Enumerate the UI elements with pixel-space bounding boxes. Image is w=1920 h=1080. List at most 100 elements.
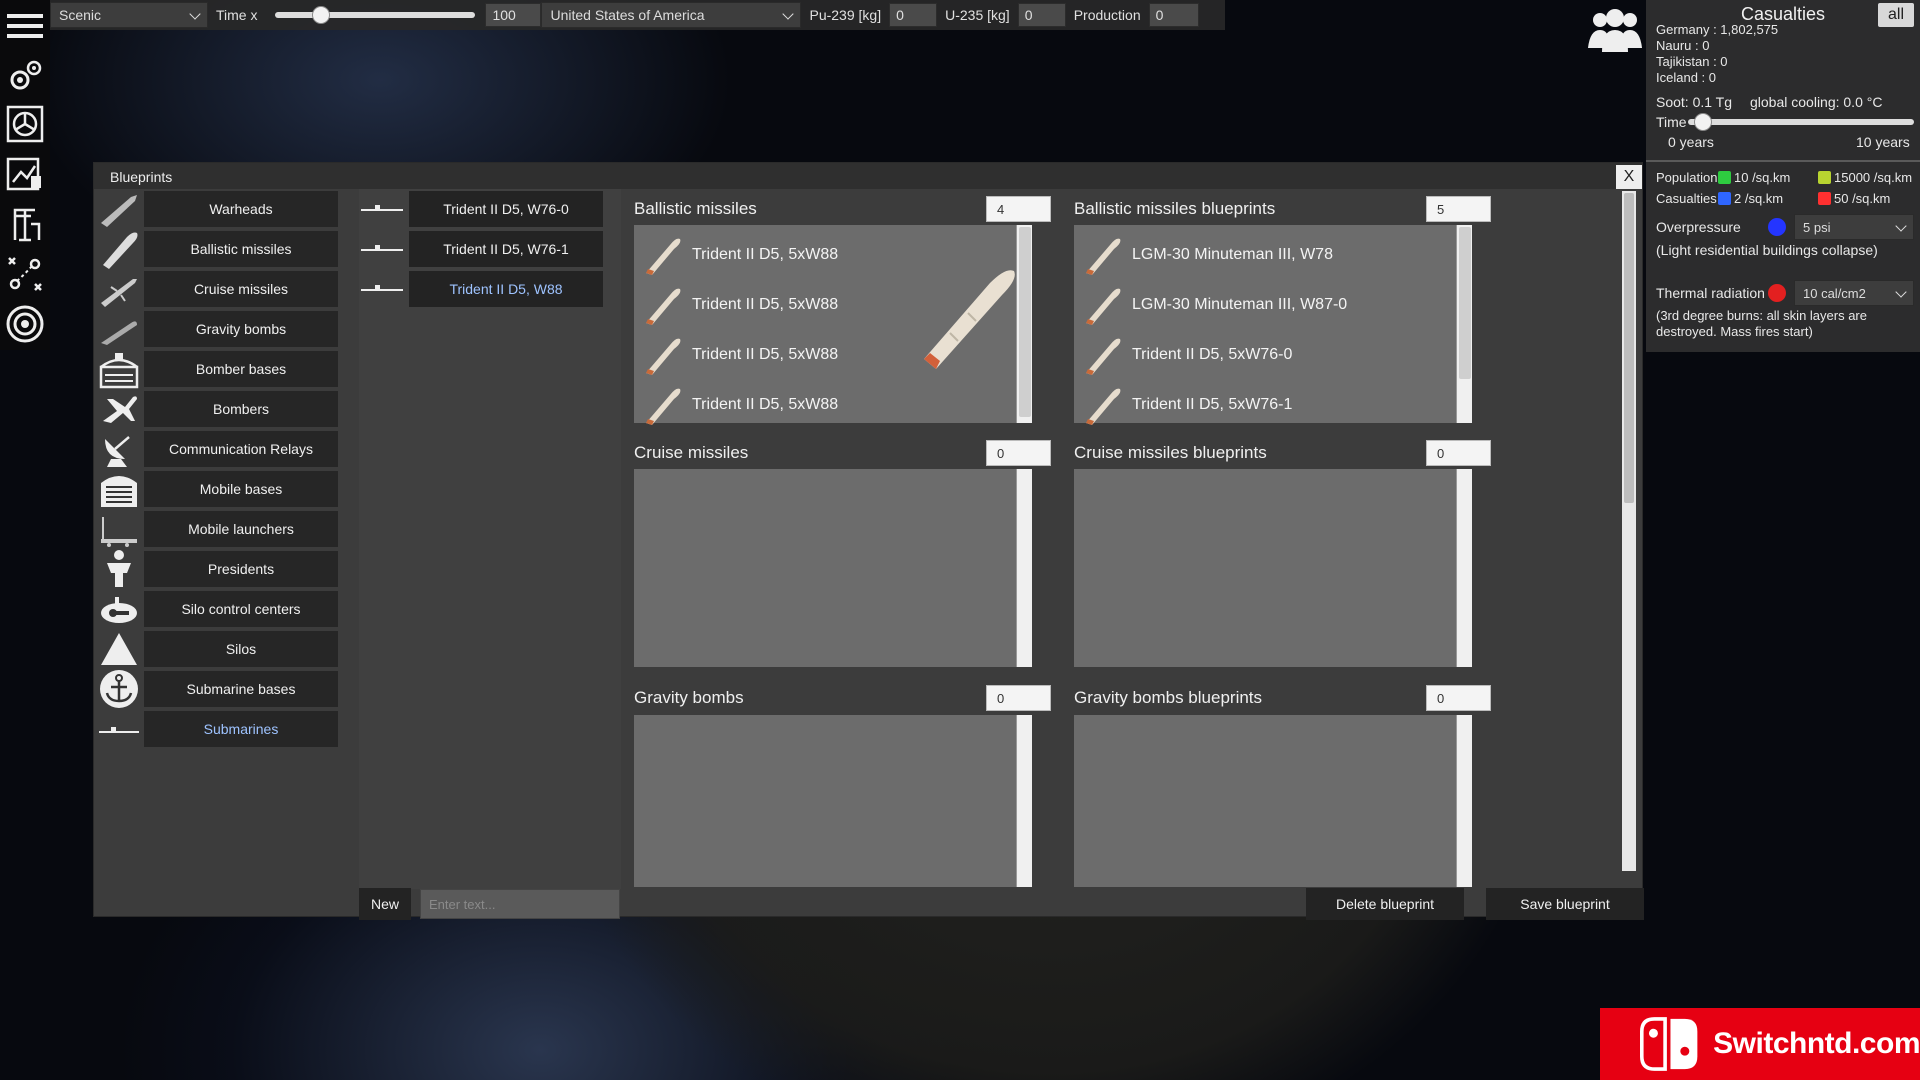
window-title: Blueprints <box>94 163 1642 189</box>
list-scrollbar[interactable] <box>1456 469 1472 667</box>
population-label: Population <box>1656 170 1718 185</box>
slider-handle[interactable] <box>311 6 330 24</box>
thermal-radiation-dropdown[interactable]: 10 cal/cm2 <box>1794 280 1914 306</box>
cruise-missiles-count[interactable]: 0 <box>986 440 1051 466</box>
category-gravity-bombs[interactable]: Gravity bombs <box>144 311 338 347</box>
gravity-blueprints-list <box>1074 715 1472 887</box>
production-input[interactable] <box>1148 3 1199 27</box>
gravity-bombs-title: Gravity bombs <box>634 688 744 707</box>
category-mobile-bases[interactable]: Mobile bases <box>144 471 338 507</box>
ballistic-missiles-count[interactable]: 4 <box>986 196 1051 222</box>
blueprint-item[interactable]: Trident II D5, W76-1 <box>409 231 603 267</box>
production-label: Production <box>1073 7 1141 23</box>
slider-handle[interactable] <box>1694 113 1713 131</box>
category-bombers[interactable]: Bombers <box>144 391 338 427</box>
chevron-down-icon <box>782 8 795 20</box>
radiation-map-icon[interactable] <box>3 102 47 146</box>
category-mobile-launchers[interactable]: Mobile launchers <box>144 511 338 547</box>
list-item[interactable]: LGM-30 Minuteman III, W78 <box>1080 231 1450 279</box>
list-item[interactable]: LGM-30 Minuteman III, W87-0 <box>1080 281 1450 329</box>
view-mode-dropdown[interactable]: Scenic <box>50 2 208 28</box>
category-submarines[interactable]: Submarines <box>144 711 338 747</box>
category-presidents[interactable]: Presidents <box>144 551 338 587</box>
time-multiplier-label: Time x <box>216 7 258 23</box>
gravity-blueprints-count[interactable]: 0 <box>1426 685 1491 711</box>
list-scrollbar[interactable] <box>1456 715 1472 887</box>
infrastructure-icon[interactable] <box>3 202 47 246</box>
all-button[interactable]: all <box>1878 3 1914 27</box>
casualty-country: Nauru : 0 <box>1656 38 1710 53</box>
overpressure-value: 5 psi <box>1803 219 1831 235</box>
casualties-low-value: 2 /sq.km <box>1734 191 1784 206</box>
strategy-icon[interactable] <box>3 252 47 296</box>
blueprint-item[interactable]: Trident II D5, W76-0 <box>409 191 603 227</box>
divider <box>1646 160 1920 162</box>
window-scrollbar[interactable] <box>1622 191 1636 871</box>
time-multiplier-slider[interactable] <box>275 6 476 24</box>
category-submarine-bases[interactable]: Submarine bases <box>144 671 338 707</box>
ballistic-blueprints-count[interactable]: 5 <box>1426 196 1491 222</box>
blueprint-editor-icon[interactable] <box>3 152 47 196</box>
chevron-down-icon <box>1895 220 1907 232</box>
missile-preview-icon <box>924 270 1015 369</box>
close-button[interactable]: X <box>1616 165 1642 189</box>
missile-icon <box>1086 238 1121 275</box>
blueprint-item-selected[interactable]: Trident II D5, W88 <box>409 271 603 307</box>
missile-icon <box>1086 288 1121 325</box>
missile-icon <box>1086 388 1121 425</box>
list-scrollbar[interactable] <box>1016 469 1032 667</box>
casualty-country: Germany : 1,802,575 <box>1656 22 1779 37</box>
blueprint-name-input[interactable] <box>420 889 620 919</box>
category-cruise-missiles[interactable]: Cruise missiles <box>144 271 338 307</box>
delete-blueprint-button[interactable]: Delete blueprint <box>1306 888 1464 920</box>
overpressure-dropdown[interactable]: 5 psi <box>1794 214 1914 240</box>
save-blueprint-button[interactable]: Save blueprint <box>1486 888 1644 920</box>
casualty-time-slider[interactable] <box>1688 113 1914 131</box>
category-silos[interactable]: Silos <box>144 631 338 667</box>
category-silo-control-centers[interactable]: Silo control centers <box>144 591 338 627</box>
list-item[interactable]: Trident II D5, 5xW88 <box>640 381 1010 429</box>
list-item[interactable]: Trident II D5, 5xW76-1 <box>1080 381 1450 429</box>
overpressure-note: (Light residential buildings collapse) <box>1656 242 1878 258</box>
ballistic-missiles-title: Ballistic missiles <box>634 199 757 218</box>
people-icon[interactable] <box>1584 4 1646 56</box>
target-icon[interactable] <box>3 302 47 346</box>
category-communication-relays[interactable]: Communication Relays <box>144 431 338 467</box>
category-bomber-bases[interactable]: Bomber bases <box>144 351 338 387</box>
view-mode-value: Scenic <box>59 7 102 23</box>
gravity-bomb-icon <box>96 309 142 349</box>
gravity-bombs-count[interactable]: 0 <box>986 685 1051 711</box>
missile-icon <box>646 238 681 275</box>
list-scrollbar[interactable] <box>1456 225 1472 423</box>
president-icon <box>96 549 142 589</box>
gravity-bombs-list <box>634 715 1032 887</box>
item-label: Trident II D5, 5xW76-1 <box>1132 396 1293 413</box>
watermark-text: Switchntd.com <box>1713 1027 1920 1060</box>
legend-swatch <box>1818 171 1831 184</box>
country-dropdown[interactable]: United States of America <box>541 2 802 28</box>
category-ballistic-missiles[interactable]: Ballistic missiles <box>144 231 338 267</box>
blueprints-window: Blueprints X Warheads Ballistic missiles… <box>93 162 1644 920</box>
switch-logo-icon <box>1640 1017 1698 1071</box>
list-scrollbar[interactable] <box>1016 715 1032 887</box>
uranium-label: U-235 [kg] <box>945 7 1010 23</box>
cruise-blueprints-count[interactable]: 0 <box>1426 440 1491 466</box>
submarine-icon <box>361 245 403 251</box>
settings-icon[interactable] <box>3 54 47 98</box>
new-button[interactable]: New <box>359 888 411 920</box>
list-scrollbar[interactable] <box>1016 225 1032 423</box>
legend-swatch <box>1718 171 1731 184</box>
population-low-value: 10 /sq.km <box>1734 170 1791 185</box>
ballistic-blueprints-list: LGM-30 Minuteman III, W78 LGM-30 Minutem… <box>1074 225 1472 425</box>
time-multiplier-input[interactable] <box>485 3 542 27</box>
category-warheads[interactable]: Warheads <box>144 191 338 227</box>
uranium-input[interactable] <box>1017 3 1066 27</box>
list-item[interactable]: Trident II D5, 5xW76-0 <box>1080 331 1450 379</box>
menu-icon[interactable] <box>3 4 47 48</box>
cruise-blueprints-title: Cruise missiles blueprints <box>1074 443 1267 462</box>
casualty-country: Iceland : 0 <box>1656 70 1716 85</box>
time-start-label: 0 years <box>1668 134 1714 150</box>
plutonium-input[interactable] <box>889 3 938 27</box>
blueprint-list: Trident II D5, W76-0 Trident II D5, W76-… <box>359 189 621 889</box>
plutonium-label: Pu-239 [kg] <box>809 7 882 23</box>
